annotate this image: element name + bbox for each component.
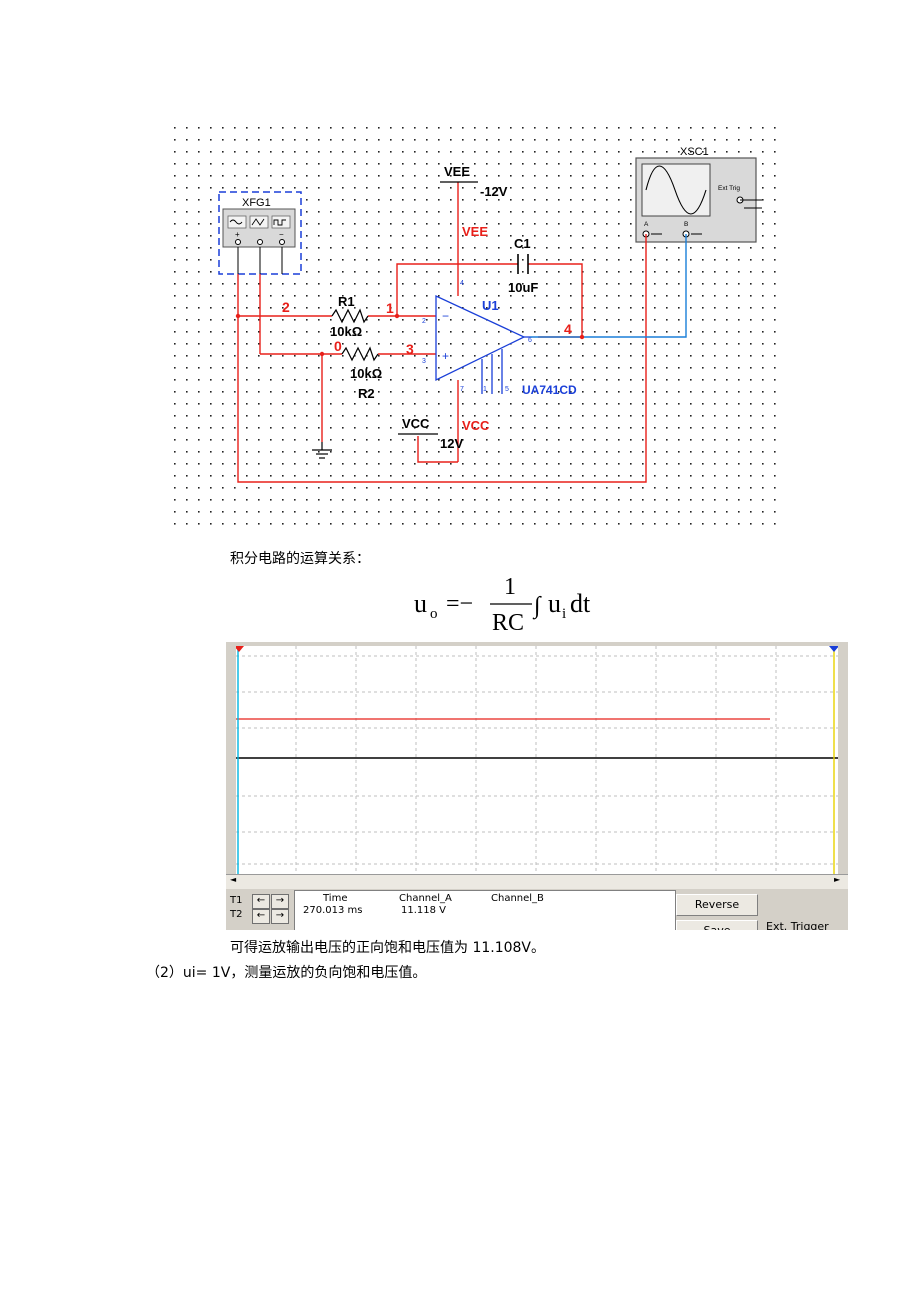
integrator-formula: u o =− 1 RC ∫ u i dt bbox=[414, 574, 591, 634]
formula-dt: dt bbox=[570, 589, 591, 618]
formula-numerator: 1 bbox=[504, 574, 516, 600]
result-line: 可得运放输出电压的正向饱和电压值为 11.108V。 bbox=[230, 940, 546, 956]
node-label-3: 3 bbox=[406, 341, 414, 357]
r2-value: 10kΩ bbox=[350, 366, 382, 381]
channel-a-label: A bbox=[644, 221, 649, 228]
scope-grid bbox=[236, 646, 838, 874]
r2-label: R2 bbox=[358, 386, 375, 401]
col-time-header: Time bbox=[323, 893, 348, 904]
svg-text:7: 7 bbox=[460, 386, 464, 393]
node-label-0: 0 bbox=[334, 338, 342, 354]
ext-trigger-label: Ext. Trigger bbox=[766, 920, 829, 930]
channel-a-value: 11.118 V bbox=[401, 905, 447, 916]
t1-right-button[interactable]: → bbox=[271, 894, 289, 909]
t2-left-button[interactable]: ← bbox=[252, 909, 270, 924]
horizontal-scrollbar[interactable]: ◄ ► bbox=[226, 874, 848, 889]
reverse-button[interactable]: Reverse bbox=[676, 894, 758, 916]
svg-text:3: 3 bbox=[422, 358, 426, 365]
formula-eq: =− bbox=[446, 591, 473, 617]
node-label-1: 1 bbox=[386, 300, 394, 316]
formula-integral: ∫ bbox=[532, 593, 542, 620]
vee-label: VEE bbox=[444, 164, 470, 179]
item2-line: （2）ui= 1V，测量运放的负向饱和电压值。 bbox=[146, 965, 427, 981]
channel-b-label: B bbox=[684, 221, 688, 228]
cursor-t2-marker[interactable] bbox=[829, 646, 838, 652]
scroll-right-arrow[interactable]: ► bbox=[834, 875, 840, 884]
opamp-plus: + bbox=[442, 349, 449, 363]
opamp-minus: − bbox=[442, 309, 449, 323]
c1-value: 10uF bbox=[508, 280, 538, 295]
opamp-label: U1 bbox=[482, 298, 499, 313]
cursor-readout: Time Channel_A Channel_B 270.013 ms 11.1… bbox=[294, 890, 676, 930]
c1-label: C1 bbox=[514, 236, 531, 251]
ext-trig-label: Ext Trig bbox=[718, 185, 740, 192]
svg-text:4: 4 bbox=[460, 280, 464, 287]
svg-text:5: 5 bbox=[505, 386, 509, 393]
vcc-label: VCC bbox=[402, 416, 430, 431]
formula-u-sub: i bbox=[562, 606, 566, 622]
r1-value: 10kΩ bbox=[330, 324, 362, 339]
scroll-left-arrow[interactable]: ◄ bbox=[230, 875, 236, 884]
svg-text:2: 2 bbox=[422, 318, 426, 325]
cursor-t1-marker[interactable] bbox=[236, 646, 244, 652]
formula-lhs: u bbox=[414, 589, 427, 618]
relation-heading: 积分电路的运算关系： bbox=[230, 551, 370, 567]
formula-lhs-sub: o bbox=[430, 606, 438, 622]
circuit-schematic: + − XFG1 XSC1 Ext Trig A B R1 10kΩ 10kΩ … bbox=[172, 124, 776, 530]
t1-left-button[interactable]: ← bbox=[252, 894, 270, 909]
node-label-2: 2 bbox=[282, 299, 290, 315]
vcc-rail-label: VCC bbox=[462, 418, 490, 433]
scope-screen bbox=[236, 646, 838, 874]
formula-u: u bbox=[548, 589, 561, 618]
t1-label: T1 bbox=[230, 895, 243, 906]
svg-text:6: 6 bbox=[528, 337, 532, 344]
col-channel-b-header: Channel_B bbox=[491, 893, 544, 904]
time-value: 270.013 ms bbox=[303, 905, 363, 916]
save-button[interactable]: Save bbox=[676, 920, 758, 930]
svg-text:−: − bbox=[279, 230, 284, 239]
svg-text:+: + bbox=[235, 230, 240, 239]
oscilloscope[interactable] bbox=[635, 157, 762, 243]
r1-label: R1 bbox=[338, 294, 355, 309]
node-label-4: 4 bbox=[564, 321, 572, 337]
t2-label: T2 bbox=[230, 909, 243, 920]
xsc1-label: XSC1 bbox=[680, 146, 709, 158]
t2-right-button[interactable]: → bbox=[271, 909, 289, 924]
vcc-value: 12V bbox=[440, 436, 463, 451]
oscilloscope-window: ◄ ► T1 T2 ← → ← → Time Channel_A Channel… bbox=[226, 642, 848, 930]
formula-denominator: RC bbox=[492, 610, 524, 634]
col-channel-a-header: Channel_A bbox=[399, 893, 452, 904]
xfg1-label: XFG1 bbox=[242, 197, 271, 209]
vee-value: -12V bbox=[480, 184, 508, 199]
opamp-model: UA741CD bbox=[522, 383, 577, 397]
svg-text:1: 1 bbox=[483, 386, 487, 393]
vee-rail-label: VEE bbox=[462, 224, 488, 239]
